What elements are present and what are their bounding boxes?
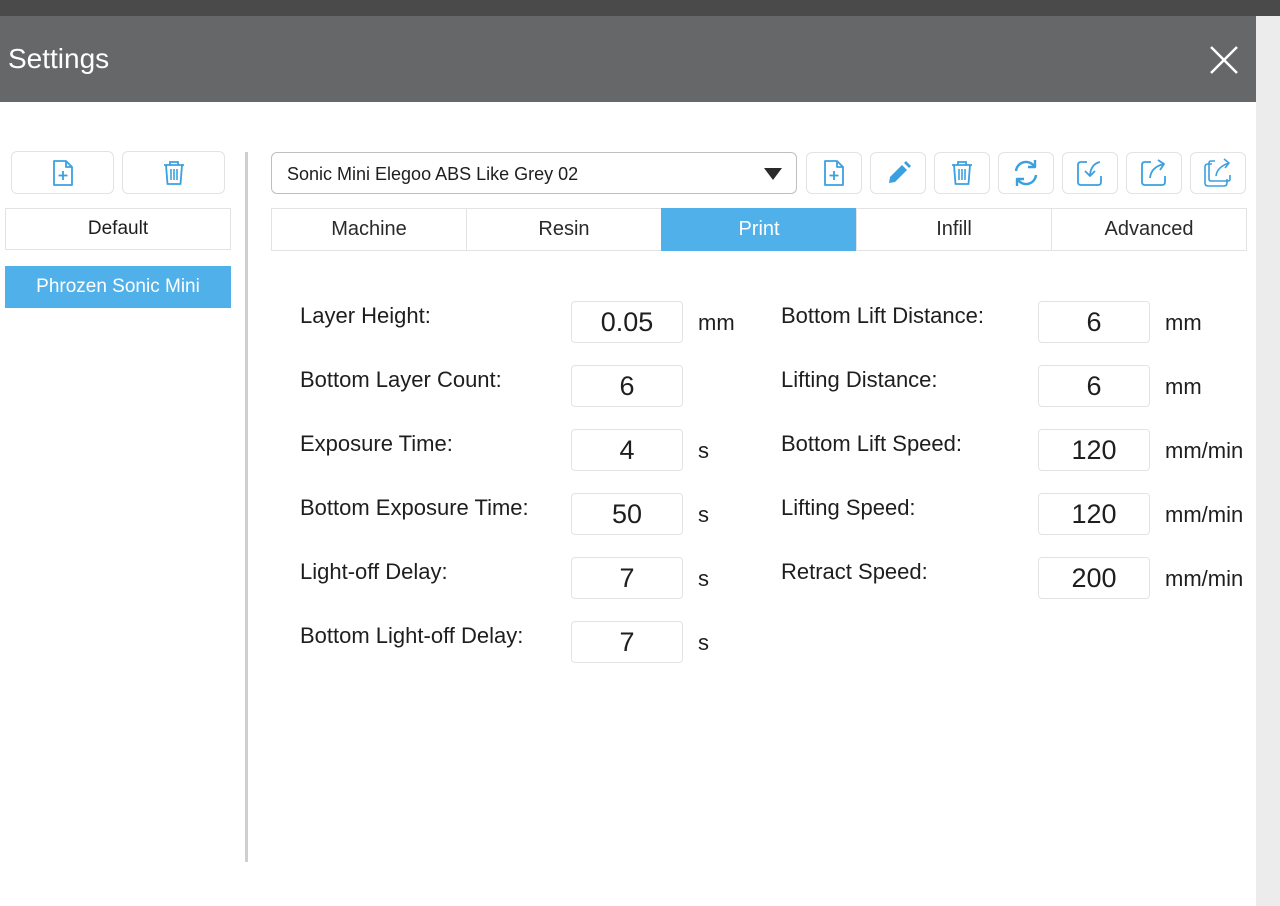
panel-divider: [245, 152, 248, 862]
reset-profile-button[interactable]: [998, 152, 1054, 194]
bottom-lift-speed-field[interactable]: 120: [1038, 429, 1150, 471]
trash-icon: [163, 160, 184, 185]
exposure-time-label: Exposure Time:: [300, 431, 453, 456]
profile-list-item-label: Phrozen Sonic Mini: [36, 276, 200, 297]
exposure-time-field[interactable]: 4: [571, 429, 683, 471]
exposure-time-unit: s: [698, 438, 709, 463]
light-off-delay-unit: s: [698, 566, 709, 591]
bottom-light-off-delay-unit: s: [698, 630, 709, 655]
bottom-layer-count-label: Bottom Layer Count:: [300, 367, 502, 392]
tab-print[interactable]: Print: [661, 208, 857, 251]
close-icon: [1210, 46, 1238, 74]
refresh-icon: [1014, 160, 1038, 186]
profile-list-item-default[interactable]: Default: [5, 208, 231, 250]
title-bar: Settings: [0, 16, 1256, 102]
window-title: Settings: [8, 43, 110, 74]
layer-height-label: Layer Height:: [300, 303, 431, 328]
retract-speed-field[interactable]: 200: [1038, 557, 1150, 599]
bottom-exposure-time-unit: s: [698, 502, 709, 527]
bottom-lift-distance-unit: mm: [1165, 310, 1202, 335]
bottom-lift-distance-label: Bottom Lift Distance:: [781, 303, 984, 328]
tab-resin[interactable]: Resin: [466, 208, 662, 251]
lifting-distance-label: Lifting Distance:: [781, 367, 938, 392]
background-edge: [1256, 16, 1280, 906]
bottom-light-off-delay-label: Bottom Light-off Delay:: [300, 623, 524, 648]
bottom-light-off-delay-field[interactable]: 7: [571, 621, 683, 663]
delete-profile-button[interactable]: [122, 151, 225, 194]
resin-profile-dropdown[interactable]: Sonic Mini Elegoo ABS Like Grey 02: [271, 152, 797, 194]
retract-speed-unit: mm/min: [1165, 566, 1244, 591]
bottom-exposure-time-label: Bottom Exposure Time:: [300, 495, 529, 520]
import-icon: [1077, 161, 1102, 186]
import-profile-button[interactable]: [1062, 152, 1118, 194]
lifting-distance-field[interactable]: 6: [1038, 365, 1150, 407]
pencil-icon: [889, 161, 911, 183]
layer-height-field[interactable]: 0.05: [571, 301, 683, 343]
export-all-profiles-button[interactable]: [1190, 152, 1246, 194]
file-plus-icon: [52, 159, 73, 186]
profile-list-item-label: Default: [87, 218, 149, 239]
light-off-delay-label: Light-off Delay:: [300, 559, 448, 584]
lifting-distance-unit: mm: [1165, 374, 1202, 399]
resin-profile-selected: Sonic Mini Elegoo ABS Like Grey 02: [287, 164, 579, 184]
rename-profile-button[interactable]: [870, 152, 926, 194]
tab-machine[interactable]: Machine: [271, 208, 467, 251]
export-all-icon: [1204, 158, 1231, 187]
layer-height-unit: mm: [698, 310, 735, 335]
lifting-speed-unit: mm/min: [1165, 502, 1244, 527]
retract-speed-label: Retract Speed:: [781, 559, 928, 584]
bottom-lift-speed-unit: mm/min: [1165, 438, 1244, 463]
file-plus-icon: [824, 160, 844, 186]
delete-resin-profile-button[interactable]: [934, 152, 990, 194]
tab-infill[interactable]: Infill: [856, 208, 1052, 251]
profile-list-item-phrozen-sonic-mini[interactable]: Phrozen Sonic Mini: [5, 266, 231, 308]
trash-icon: [952, 161, 972, 185]
close-button[interactable]: [1204, 40, 1244, 80]
dropdown-arrow-icon: [764, 168, 782, 180]
bottom-layer-count-field[interactable]: 6: [571, 365, 683, 407]
light-off-delay-field[interactable]: 7: [571, 557, 683, 599]
bottom-lift-distance-field[interactable]: 6: [1038, 301, 1150, 343]
lifting-speed-label: Lifting Speed:: [781, 495, 916, 520]
bottom-exposure-time-field[interactable]: 50: [571, 493, 683, 535]
new-resin-profile-button[interactable]: [806, 152, 862, 194]
background-strip: [0, 0, 1280, 16]
export-profile-button[interactable]: [1126, 152, 1182, 194]
settings-tabs: Machine Resin Print Infill Advanced: [271, 208, 1247, 251]
bottom-lift-speed-label: Bottom Lift Speed:: [781, 431, 962, 456]
new-profile-button[interactable]: [11, 151, 114, 194]
export-icon: [1141, 159, 1166, 186]
tab-advanced[interactable]: Advanced: [1051, 208, 1247, 251]
lifting-speed-field[interactable]: 120: [1038, 493, 1150, 535]
